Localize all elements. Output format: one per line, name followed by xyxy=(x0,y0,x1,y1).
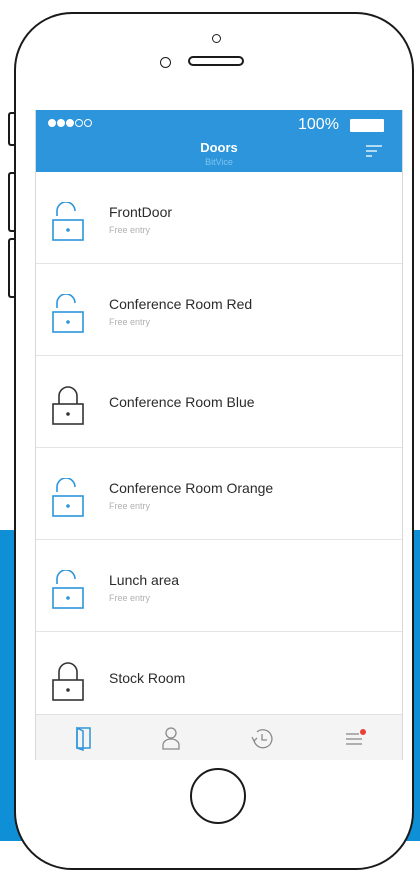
signal-dot xyxy=(75,119,83,127)
locked-padlock-icon xyxy=(52,386,84,425)
signal-dot xyxy=(57,119,65,127)
app-header: 100% Doors BitVice xyxy=(36,110,402,172)
list-item[interactable]: Conference Room Red Free entry xyxy=(36,264,402,356)
unlocked-padlock-icon xyxy=(52,202,84,241)
list-item[interactable]: Conference Room Orange Free entry xyxy=(36,448,402,540)
locked-padlock-icon xyxy=(52,662,84,701)
list-item[interactable]: Lunch area Free entry xyxy=(36,540,402,632)
door-icon[interactable] xyxy=(70,725,96,751)
earpiece-speaker xyxy=(188,56,244,66)
battery-icon xyxy=(350,119,384,132)
battery-percentage: 100% xyxy=(298,116,339,133)
filter-icon[interactable] xyxy=(366,144,382,158)
list-item[interactable]: FrontDoor Free entry xyxy=(36,172,402,264)
bottom-tab-bar xyxy=(36,714,402,760)
signal-indicator xyxy=(48,119,92,127)
door-name: FrontDoor xyxy=(109,204,173,220)
page-title: Doors xyxy=(200,140,238,155)
menu-icon[interactable] xyxy=(342,725,368,751)
front-sensor xyxy=(212,34,221,43)
door-status: Free entry xyxy=(109,225,151,235)
signal-dot xyxy=(48,119,56,127)
door-status: Free entry xyxy=(109,501,151,511)
door-status: Free entry xyxy=(109,593,151,603)
signal-dot xyxy=(66,119,74,127)
phone-screen: 100% Doors BitVice FrontDoor Free entry xyxy=(35,110,403,760)
list-item[interactable]: Conference Room Blue xyxy=(36,356,402,448)
front-camera xyxy=(160,57,171,68)
door-name: Stock Room xyxy=(109,670,186,686)
door-list: FrontDoor Free entry Conference Room Red… xyxy=(36,172,402,724)
signal-dot xyxy=(84,119,92,127)
door-status: Free entry xyxy=(109,317,151,327)
unlocked-padlock-icon xyxy=(52,478,84,517)
door-name: Conference Room Red xyxy=(109,296,253,312)
user-icon[interactable] xyxy=(158,725,184,751)
door-name: Lunch area xyxy=(109,572,180,588)
unlocked-padlock-icon xyxy=(52,294,84,333)
list-item[interactable]: Stock Room xyxy=(36,632,402,724)
page-subtitle: BitVice xyxy=(205,157,233,167)
home-button[interactable] xyxy=(190,768,246,824)
history-icon[interactable] xyxy=(249,725,275,751)
door-name: Conference Room Blue xyxy=(109,394,255,410)
door-name: Conference Room Orange xyxy=(109,480,274,496)
unlocked-padlock-icon xyxy=(52,570,84,609)
notification-badge xyxy=(360,729,366,735)
